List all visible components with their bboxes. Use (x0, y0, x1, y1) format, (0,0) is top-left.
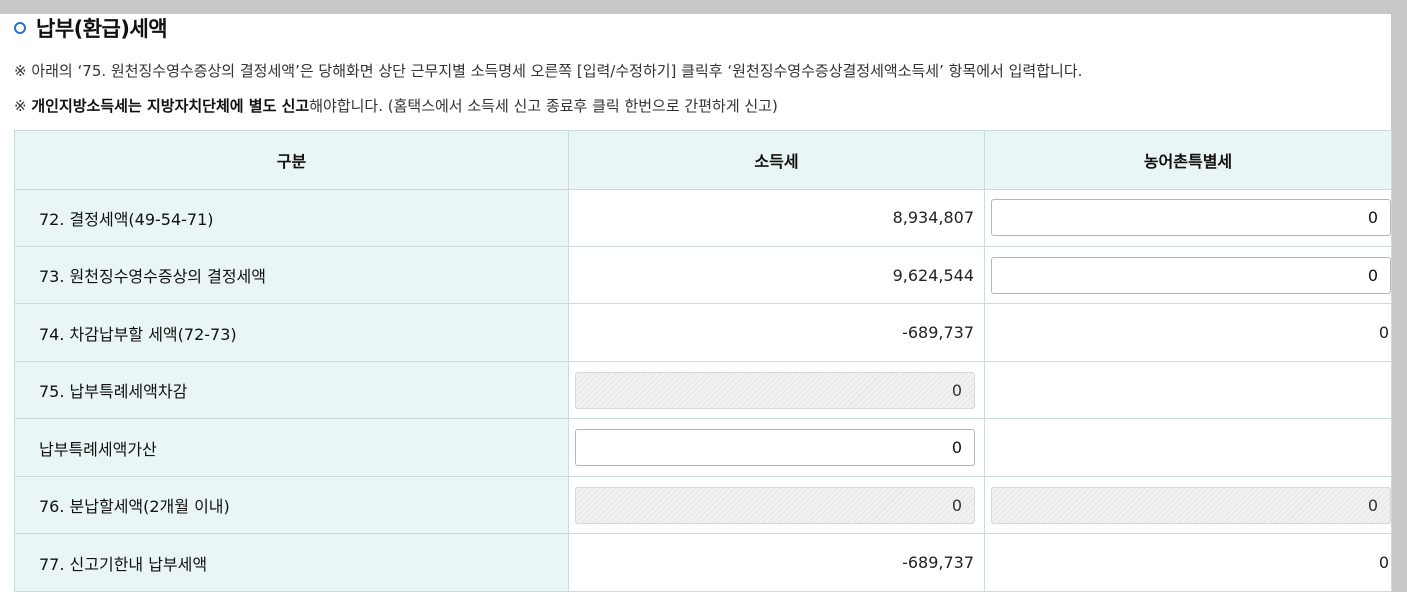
table-row: 76. 분납할세액(2개월 이내) 0 0 (14, 475, 1392, 535)
row-label: 77. 신고기한내 납부세액 (14, 533, 569, 592)
rural-tax-input-73[interactable] (991, 256, 1391, 294)
row-label: 76. 분납할세액(2개월 이내) (14, 475, 569, 535)
tax-table: 구분 소득세 농어촌특별세 72. 결정세액(49-54-71) 8,934,8… (14, 130, 1392, 592)
table-row: 75. 납부특례세액차감 0 (14, 360, 1392, 420)
info-note-2: ※ 개인지방소득세는 지방자치단체에 별도 신고해야합니다. (홈택스에서 소득… (14, 95, 778, 116)
table-row: 72. 결정세액(49-54-71) 8,934,807 (14, 188, 1392, 248)
note-rest-text: 해야합니다. (홈택스에서 소득세 신고 종료후 클릭 한번으로 간편하게 신고… (309, 97, 778, 115)
rural-tax-value: 0 (984, 533, 1392, 592)
row-label: 72. 결정세액(49-54-71) (14, 188, 569, 248)
note-bold-text: 개인지방소득세는 지방자치단체에 별도 신고 (31, 97, 310, 115)
empty-cell (984, 360, 1392, 420)
row-label: 75. 납부특례세액차감 (14, 360, 569, 420)
circle-bullet-icon (14, 22, 26, 34)
header-category: 구분 (14, 130, 569, 190)
rural-tax-input-72[interactable] (991, 199, 1391, 237)
income-tax-disabled-field: 0 (575, 486, 975, 524)
header-rural-tax: 농어촌특별세 (984, 130, 1392, 190)
income-tax-disabled-field: 0 (575, 371, 975, 409)
table-header-row: 구분 소득세 농어촌특별세 (14, 130, 1392, 190)
section-header: 납부(환급)세액 (14, 14, 168, 42)
table-row: 74. 차감납부할 세액(72-73) -689,737 0 (14, 303, 1392, 362)
special-tax-addition-input[interactable] (575, 429, 975, 467)
rural-tax-value: 0 (984, 303, 1392, 362)
income-tax-value: 8,934,807 (568, 188, 985, 248)
rural-tax-disabled-field: 0 (991, 486, 1391, 524)
table-row: 73. 원천징수영수증상의 결정세액 9,624,544 (14, 245, 1392, 305)
empty-cell (984, 418, 1392, 477)
table-row: 납부특례세액가산 (14, 418, 1392, 477)
header-income-tax: 소득세 (568, 130, 985, 190)
row-label: 납부특례세액가산 (14, 418, 569, 477)
income-tax-value: 9,624,544 (568, 245, 985, 305)
note-prefix: ※ (14, 97, 32, 115)
section-title: 납부(환급)세액 (36, 17, 168, 41)
row-label: 73. 원천징수영수증상의 결정세액 (14, 245, 569, 305)
table-row: 77. 신고기한내 납부세액 -689,737 0 (14, 533, 1392, 592)
income-tax-value: -689,737 (568, 303, 985, 362)
income-tax-value: -689,737 (568, 533, 985, 592)
row-label: 74. 차감납부할 세액(72-73) (14, 303, 569, 362)
info-note-1: ※ 아래의 ‘75. 원천징수영수증상의 결정세액’은 당해화면 상단 근무지별… (14, 62, 1083, 80)
